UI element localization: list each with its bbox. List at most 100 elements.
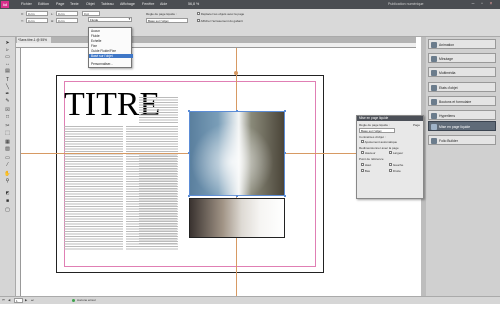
- left-label: Gauche: [392, 163, 404, 167]
- page-tool-icon[interactable]: ▭: [4, 55, 11, 60]
- width-option[interactable]: Largeur: [389, 151, 403, 155]
- top-checkbox[interactable]: [361, 163, 364, 166]
- height-checkbox[interactable]: [361, 151, 364, 154]
- menu-text[interactable]: Texte: [70, 2, 79, 6]
- scissors-tool-icon[interactable]: ✂: [4, 124, 11, 129]
- move-objects-checkbox[interactable]: [197, 12, 200, 15]
- screen-mode-icon[interactable]: ▢: [4, 208, 11, 213]
- panel-title[interactable]: Mise en page liquide: [357, 116, 423, 121]
- gradient-feather-tool-icon[interactable]: ▧: [4, 147, 11, 152]
- x-field[interactable]: 0 cm: [26, 11, 48, 16]
- eyedropper-tool-icon[interactable]: ⁄: [4, 163, 11, 168]
- frame-handle[interactable]: [188, 195, 190, 197]
- menu-view[interactable]: Affichage: [120, 2, 135, 6]
- frame-handle[interactable]: [284, 152, 286, 154]
- page-rule-select[interactable]: Basé sur l'objet: [146, 18, 188, 23]
- panel-liquid-layout[interactable]: Mise en page liquide: [428, 121, 496, 131]
- menu-page[interactable]: Page: [56, 2, 64, 6]
- menu-table[interactable]: Tableau: [101, 2, 114, 6]
- dropdown-item[interactable]: Fixe: [91, 44, 97, 48]
- y-field[interactable]: 0 cm: [26, 18, 48, 23]
- page-number-field[interactable]: 1: [14, 297, 23, 303]
- menu-file[interactable]: Fichier: [21, 2, 32, 6]
- frame-handle[interactable]: [236, 110, 238, 112]
- panel-hyperlinks[interactable]: Hyperliens: [428, 110, 496, 120]
- master-override-checkbox[interactable]: [197, 19, 200, 22]
- zoom-level[interactable]: 56,8 %: [188, 2, 199, 6]
- move-objects-option[interactable]: Déplacer les objets avec la page: [197, 12, 244, 16]
- frame-handle[interactable]: [188, 152, 190, 154]
- text-column-1[interactable]: [64, 126, 123, 251]
- left-option[interactable]: Gauche: [389, 163, 403, 167]
- panel-folio-builder[interactable]: Folio Builder: [428, 135, 496, 145]
- hand-tool-icon[interactable]: ✋: [4, 172, 11, 177]
- menu-object[interactable]: Objet: [86, 2, 95, 6]
- h-field[interactable]: 0 cm: [56, 18, 78, 23]
- panel-animation[interactable]: Animation: [428, 39, 496, 49]
- close-icon[interactable]: ×: [488, 1, 494, 7]
- panel-timing[interactable]: Minutage: [428, 53, 496, 63]
- workspace-switcher[interactable]: Publication numérique: [388, 2, 424, 6]
- w-field[interactable]: 0 cm: [56, 11, 78, 16]
- height-option[interactable]: Hauteur: [361, 151, 376, 155]
- pin-icon[interactable]: [234, 71, 238, 75]
- first-page-icon[interactable]: ⏮: [2, 298, 6, 302]
- dropdown-item[interactable]: Guide Fluide/Fixe: [91, 49, 116, 53]
- fill-stroke-swatch-icon[interactable]: ◩: [4, 190, 11, 195]
- stroke-weight-field[interactable]: 0 pt: [82, 11, 100, 16]
- dropdown-item-selected[interactable]: Basé sur l'objet: [91, 54, 113, 58]
- dropdown-item[interactable]: Echelle: [91, 39, 101, 43]
- gradient-rectangle[interactable]: [189, 198, 285, 238]
- next-page-icon[interactable]: ▶: [25, 298, 29, 302]
- direct-selection-tool-icon[interactable]: ▹: [4, 48, 11, 53]
- selection-tool-icon[interactable]: ➤: [4, 41, 11, 46]
- note-tool-icon[interactable]: ▭: [4, 156, 11, 161]
- top-option[interactable]: Haut: [361, 163, 371, 167]
- panel-buttons-forms[interactable]: Boutons et formulaire: [428, 96, 496, 106]
- master-override-option[interactable]: Afficher l'écrasement du gabarit: [197, 19, 243, 23]
- menu-window[interactable]: Fenêtre: [142, 2, 154, 6]
- rule-select[interactable]: Basé sur l'objet: [359, 128, 395, 133]
- fit-select[interactable]: Fluide: [88, 17, 132, 22]
- frame-handle[interactable]: [284, 110, 286, 112]
- frame-handle[interactable]: [284, 195, 286, 197]
- zoom-tool-icon[interactable]: ⚲: [4, 179, 11, 184]
- bottom-checkbox[interactable]: [361, 169, 364, 172]
- type-tool-icon[interactable]: T: [4, 78, 11, 83]
- minimize-icon[interactable]: –: [470, 1, 476, 7]
- preflight-status[interactable]: Aucune erreur: [77, 298, 96, 302]
- text-column-3[interactable]: [139, 153, 177, 245]
- top-label: Haut: [364, 163, 372, 167]
- auto-fit-checkbox[interactable]: [361, 140, 364, 143]
- panel-media[interactable]: Multimédia: [428, 67, 496, 77]
- last-page-icon[interactable]: ⏭: [31, 298, 35, 302]
- gradient-tool-icon[interactable]: ▦: [4, 140, 11, 145]
- width-checkbox[interactable]: [389, 151, 392, 154]
- panel-object-states[interactable]: Etats d'objet: [428, 82, 496, 92]
- left-checkbox[interactable]: [389, 163, 392, 166]
- frame-handle[interactable]: [188, 110, 190, 112]
- line-tool-icon[interactable]: ╲: [4, 85, 11, 90]
- text-column-2-top[interactable]: [139, 97, 178, 124]
- right-checkbox[interactable]: [389, 169, 392, 172]
- dropdown-item[interactable]: Aucun: [91, 29, 100, 33]
- free-transform-tool-icon[interactable]: ⬚: [4, 131, 11, 136]
- pencil-tool-icon[interactable]: ✎: [4, 99, 11, 104]
- right-option[interactable]: Droite: [389, 169, 401, 173]
- apply-color-icon[interactable]: ■: [4, 199, 11, 204]
- rectangle-tool-icon[interactable]: □: [4, 115, 11, 120]
- previous-page-icon[interactable]: ◀: [8, 298, 12, 302]
- content-collector-icon[interactable]: ▤: [4, 69, 11, 74]
- maximize-icon[interactable]: ▫: [479, 1, 485, 7]
- auto-fit-option[interactable]: Ajustement automatique: [361, 140, 397, 144]
- frame-handle[interactable]: [236, 195, 238, 197]
- rectangle-frame-tool-icon[interactable]: ☒: [4, 108, 11, 113]
- menu-help[interactable]: Aide: [160, 2, 167, 6]
- pen-tool-icon[interactable]: ✒: [4, 92, 11, 97]
- dropdown-item[interactable]: Personnaliser...: [91, 62, 113, 66]
- dropdown-item[interactable]: Fluide: [91, 34, 100, 38]
- bottom-option[interactable]: Bas: [361, 169, 370, 173]
- menu-edit[interactable]: Edition: [38, 2, 49, 6]
- gap-tool-icon[interactable]: ↔: [4, 62, 11, 67]
- chevron-down-icon[interactable]: ▼: [128, 17, 132, 22]
